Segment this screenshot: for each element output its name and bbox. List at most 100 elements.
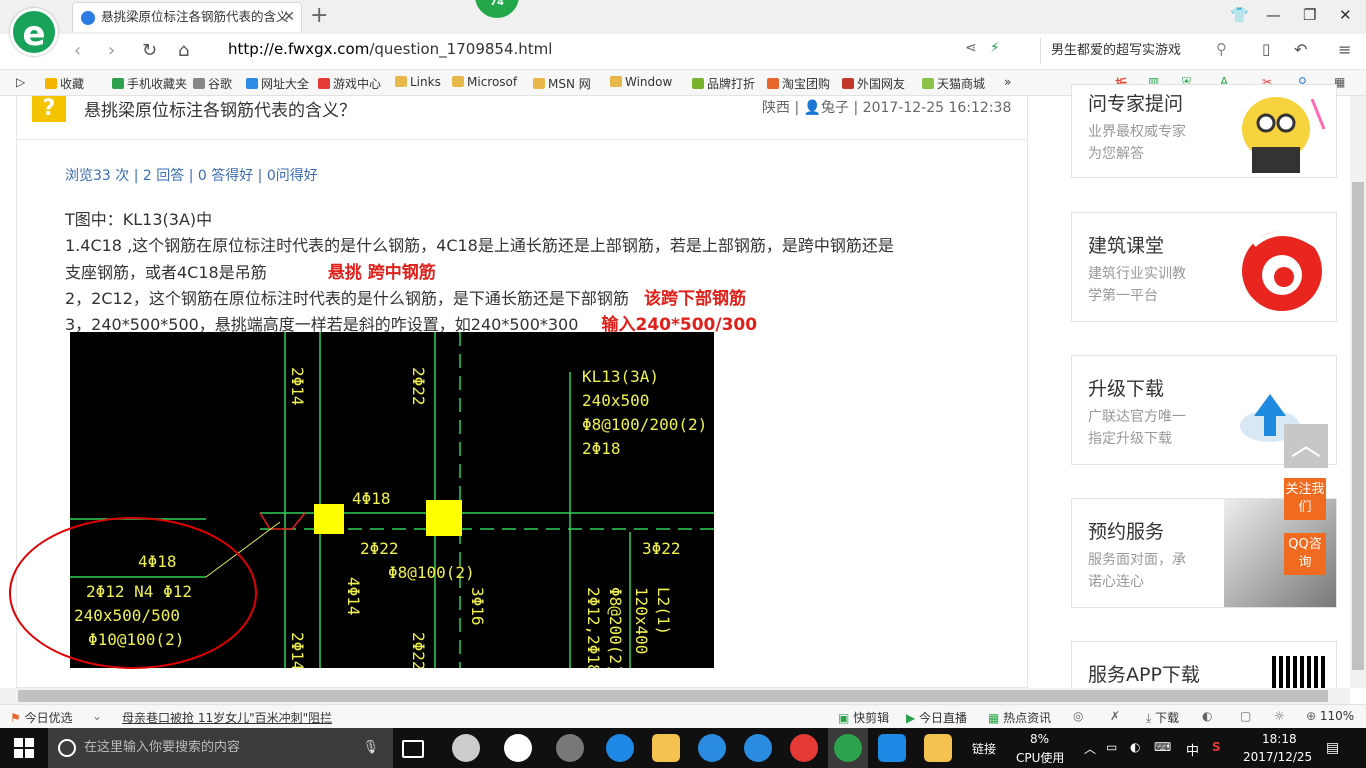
reload-icon[interactable]: ↻ (142, 40, 157, 61)
clock-date[interactable]: 2017/12/25 (1243, 750, 1312, 764)
news-ticker[interactable]: 母亲巷口被抢 11岁女儿"百米冲刺"阻拦 (122, 709, 332, 726)
back-to-top-button[interactable]: ︿ (1284, 424, 1328, 468)
tray-up-icon[interactable]: ︿ (1084, 740, 1096, 757)
restore-icon[interactable]: ❐ (1303, 6, 1316, 24)
hot-news[interactable]: ▦ 热点资讯 (988, 709, 1051, 726)
today-picks[interactable]: ⚑ 今日优选 (10, 709, 73, 726)
app-plus-icon[interactable] (878, 734, 906, 762)
bookmark-item[interactable]: MSN 网 (533, 75, 591, 92)
keyboard-icon[interactable]: ⌨ (1154, 740, 1171, 754)
question-line: T图中：KL13(3A)中 (65, 210, 213, 229)
bookmark-label: 游戏中心 (333, 77, 382, 91)
ime-indicator[interactable]: 中 (1186, 740, 1199, 759)
question-line: 1.4C18 ,这个钢筋在原位标注时代表的是什么钢筋，4C18是上通长筋还是上部… (65, 236, 894, 255)
sogou-icon[interactable]: S (1212, 740, 1221, 754)
browser-logo-icon[interactable]: e (10, 8, 58, 56)
battery-icon[interactable]: ▭ (1106, 740, 1117, 754)
mic-icon[interactable]: 🎙 (362, 728, 379, 768)
bookmark-item[interactable]: 淘宝团购 (767, 75, 830, 92)
share-icon[interactable]: ⋖ (965, 40, 977, 56)
site-search-box[interactable]: 男生都爱的超写实游戏 (1040, 38, 1240, 64)
undo-icon[interactable]: ↶ (1294, 40, 1307, 59)
app-red-icon[interactable] (790, 734, 818, 762)
bookmark-item[interactable]: 品牌打折 (692, 75, 755, 92)
tool-icon[interactable]: ✗ (1110, 709, 1120, 723)
card-title: 预约服务 (1088, 521, 1165, 543)
cad-label: L2(1) (654, 587, 673, 635)
bookmark-label: Links (410, 75, 441, 89)
answer-annotation: 悬挑 跨中钢筋 (327, 263, 436, 283)
app-swirl-icon[interactable] (556, 734, 584, 762)
question-line: 2，2C12，这个钢筋在原位标注时代表的是什么钢筋，是下通长筋还是下部钢筋 该跨… (65, 284, 746, 309)
shirt-icon[interactable]: 👕 (1230, 6, 1249, 24)
bookmark-item[interactable]: Links (395, 75, 441, 89)
ask-expert-card[interactable]: 问专家提问 业界最权威专家 为您解答 (1071, 84, 1337, 178)
browser-e-icon[interactable] (504, 734, 532, 762)
ie-icon[interactable] (698, 734, 726, 762)
minimize-icon[interactable]: — (1266, 6, 1281, 24)
glodon-icon[interactable] (744, 734, 772, 762)
follow-us-button[interactable]: 关注我们 (1284, 478, 1326, 520)
qq-consult-button[interactable]: QQ咨询 (1284, 533, 1326, 575)
back-icon[interactable]: ‹ (74, 40, 81, 61)
clock-time[interactable]: 18:18 (1262, 732, 1297, 746)
bookmark-item[interactable]: Microsof (452, 75, 517, 89)
phone-icon[interactable]: ▯ (1262, 40, 1270, 58)
question-mark-icon: ? (32, 96, 66, 122)
forward-icon[interactable]: › (108, 40, 115, 61)
bookmark-label: 手机收藏夹 (127, 77, 188, 91)
bookmark-icon (193, 78, 205, 89)
home-icon[interactable]: ⌂ (178, 40, 189, 61)
task-view-icon[interactable] (402, 740, 424, 758)
lightning-icon[interactable]: ⚡ (990, 40, 1000, 56)
windows-start-icon[interactable] (14, 738, 34, 758)
file-explorer-icon[interactable] (652, 734, 680, 762)
bookmark-icon (112, 78, 124, 89)
browser-tab[interactable]: 悬挑梁原位标注各钢筋代表的含义 ✕ (72, 2, 302, 32)
url-field[interactable]: http://e.fwxgx.com/question_1709854.html (228, 40, 552, 58)
new-tab-icon[interactable]: + (310, 3, 328, 28)
picks-icon: ⚑ (10, 711, 25, 725)
quick-edit[interactable]: ▣ 快剪辑 (838, 709, 889, 726)
bookmark-item[interactable]: 收藏 (45, 75, 84, 92)
classroom-card[interactable]: 建筑课堂 建筑行业实训教 学第一平台 (1071, 212, 1337, 322)
question-stats[interactable]: 浏览33 次 | 2 回答 | 0 答得好 | 0问得好 (65, 165, 318, 185)
search-icon[interactable]: ⚲ (1216, 40, 1227, 58)
action-center-icon[interactable]: ▤ (1326, 740, 1339, 756)
more-bookmarks-icon[interactable]: » (1004, 75, 1011, 89)
bookmark-item[interactable]: 手机收藏夹 (112, 75, 187, 92)
close-tab-icon[interactable]: ✕ (283, 3, 295, 31)
bookmark-item[interactable]: 游戏中心 (318, 75, 381, 92)
edge-icon[interactable] (606, 734, 634, 762)
theme-icon[interactable]: ☼ (1274, 709, 1285, 723)
network-icon[interactable]: ◐ (1130, 740, 1140, 754)
question-title: 悬挑梁原位标注各钢筋代表的含义？ (84, 101, 356, 121)
expand-icon[interactable]: ⌄ (92, 709, 102, 723)
bookmark-label: 网址大全 (261, 77, 310, 91)
browser-active-icon[interactable] (834, 734, 862, 762)
taskbar-search-box[interactable]: 在这里输入你要搜索的内容 🎙 (48, 728, 393, 768)
sound-icon[interactable]: ◐ (1202, 709, 1212, 723)
card-text: 广联达官方唯一 (1088, 409, 1186, 425)
bookmark-item[interactable]: 外国网友 (842, 75, 905, 92)
links-toolbar[interactable]: 链接 (972, 740, 996, 757)
app-download-card[interactable]: 服务APP下载 (1071, 641, 1337, 693)
horizontal-scroll-thumb[interactable] (18, 690, 1328, 702)
menu-icon[interactable]: ≡ (1338, 40, 1351, 59)
cad-label: 4Φ18 (352, 489, 391, 508)
zoom-level[interactable]: ⊕ 110% (1306, 709, 1354, 723)
bookmark-item[interactable]: 网址大全 (246, 75, 309, 92)
speed-icon[interactable]: ◎ (1073, 709, 1083, 723)
notes-icon[interactable] (924, 734, 952, 762)
vertical-scroll-thumb[interactable] (1352, 182, 1364, 670)
sidebar-toggle-icon[interactable]: ▷ (16, 75, 25, 89)
live-today[interactable]: ▶ 今日直播 (906, 709, 967, 726)
bookmark-item[interactable]: 谷歌 (193, 75, 232, 92)
window-icon[interactable]: ▢ (1240, 709, 1251, 723)
picks-label: 今日优选 (24, 711, 73, 725)
app-fan-icon[interactable] (452, 734, 480, 762)
downloads[interactable]: ⤓ 下载 (1146, 709, 1179, 726)
bookmark-item[interactable]: Window (610, 75, 672, 89)
close-window-icon[interactable]: ✕ (1339, 6, 1352, 24)
bookmark-item[interactable]: 天猫商城 (922, 75, 985, 92)
